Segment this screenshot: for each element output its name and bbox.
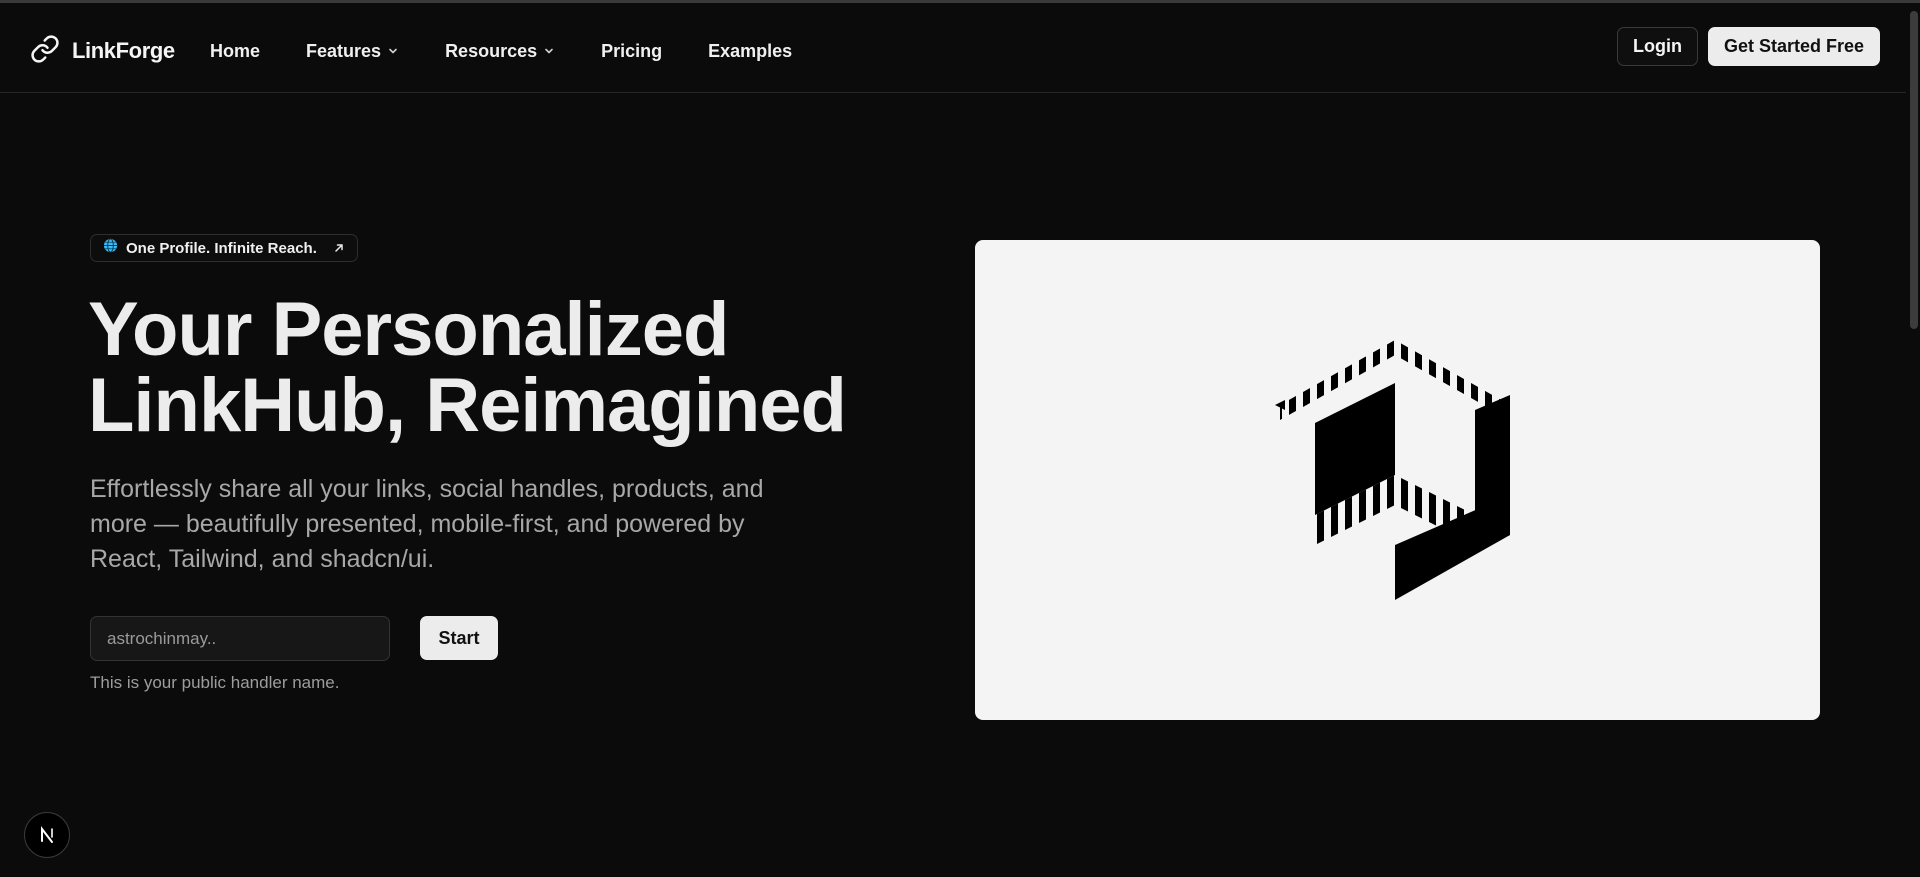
striped-cube-logo-icon: [1275, 340, 1520, 610]
chevron-down-icon: [387, 45, 399, 57]
tagline-badge[interactable]: One Profile. Infinite Reach.: [90, 234, 358, 262]
handle-input[interactable]: [90, 616, 390, 661]
nav-item-pricing[interactable]: Pricing: [601, 41, 662, 62]
scrollbar-thumb[interactable]: [1910, 11, 1918, 329]
login-button[interactable]: Login: [1616, 26, 1698, 66]
handle-helper-text: This is your public handler name.: [90, 673, 340, 692]
scrollbar[interactable]: [1906, 3, 1920, 877]
nav-item-label: Resources: [445, 40, 538, 61]
chevron-down-icon: [543, 45, 555, 57]
nav-item-examples[interactable]: Examples: [708, 41, 792, 62]
headline-line-2: LinkHub, Reimagined: [88, 363, 847, 448]
hero-illustration-card: [975, 240, 1820, 720]
nav-item-label: Examples: [708, 40, 793, 61]
nav-item-home[interactable]: Home: [210, 41, 260, 62]
get-started-button[interactable]: Get Started Free: [1707, 26, 1880, 66]
nav-actions: Login Get Started Free: [1616, 26, 1880, 66]
hero-headline: Your Personalized LinkHub, Reimagined: [88, 287, 847, 448]
start-button[interactable]: Start: [420, 616, 498, 660]
link-icon: [30, 34, 60, 69]
main-nav: Home Features Resources Pricing Examples: [210, 31, 792, 71]
nav-item-label: Features: [306, 40, 382, 61]
nav-item-label: Home: [210, 40, 261, 61]
top-navbar: LinkForge Home Features Resources Pricin…: [0, 3, 1920, 93]
arrow-up-right-icon: [333, 242, 345, 254]
brand-name: LinkForge: [72, 38, 175, 63]
nextjs-icon[interactable]: [24, 812, 70, 858]
nav-item-features[interactable]: Features: [306, 41, 399, 62]
headline-line-1: Your Personalized: [88, 287, 729, 372]
globe-icon: [103, 238, 118, 258]
badge-text: One Profile. Infinite Reach.: [126, 239, 317, 257]
nav-item-resources[interactable]: Resources: [445, 41, 555, 62]
brand-logo-link[interactable]: LinkForge: [30, 31, 175, 71]
hero-description: Effortlessly share all your links, socia…: [90, 475, 764, 573]
nav-item-label: Pricing: [601, 40, 663, 61]
